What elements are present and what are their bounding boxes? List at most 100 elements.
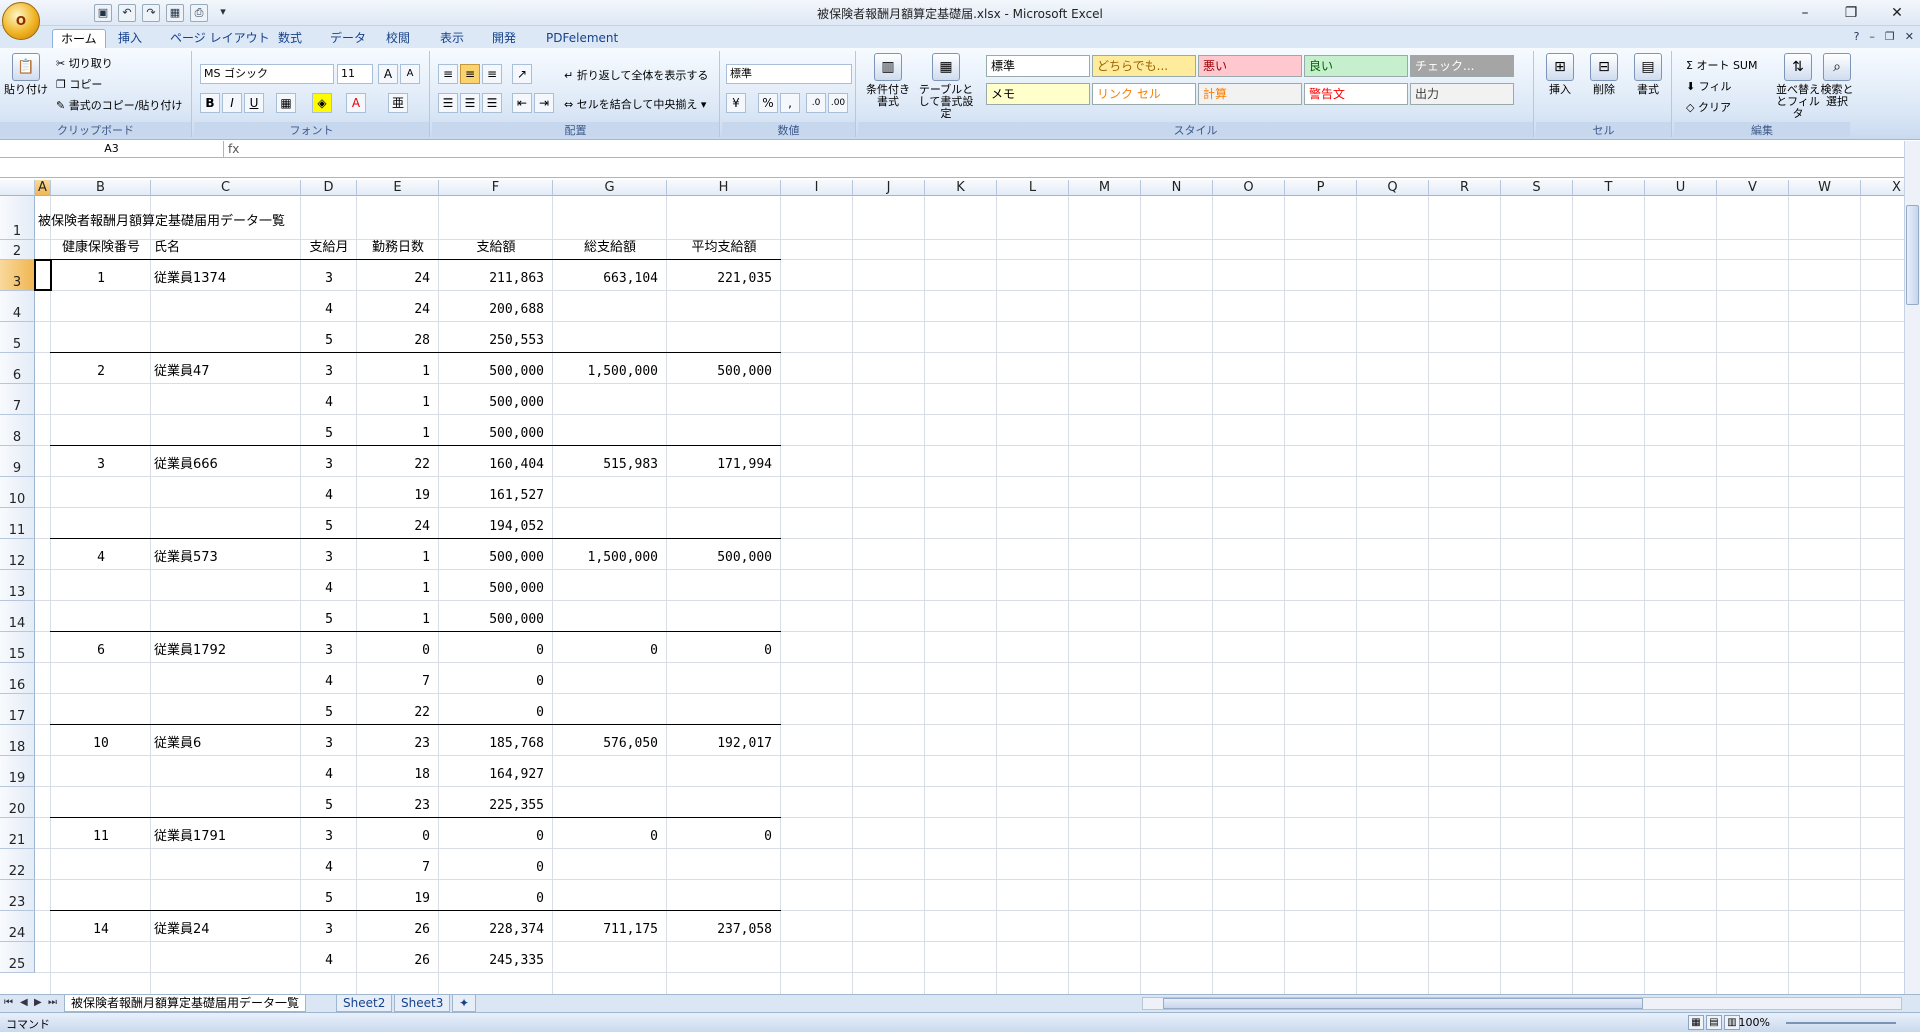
work-days-cell[interactable]: 0 — [357, 641, 439, 661]
insurance-number-cell[interactable]: 4 — [51, 548, 151, 568]
column-header-I[interactable]: I — [781, 180, 853, 196]
pay-amount-cell[interactable]: 500,000 — [439, 610, 553, 630]
column-header-W[interactable]: W — [1789, 180, 1861, 196]
font-name-select[interactable]: MS ゴシック — [200, 64, 334, 84]
pay-amount-cell[interactable]: 160,404 — [439, 455, 553, 475]
vertical-scrollbar[interactable] — [1904, 141, 1920, 994]
row-header-20[interactable]: 20 — [0, 787, 35, 818]
insert-button[interactable]: ⊞ 挿入 — [1542, 53, 1578, 96]
column-title[interactable]: 総支給額 — [553, 238, 667, 258]
pay-month-cell[interactable]: 3 — [301, 269, 357, 289]
average-pay-cell[interactable]: 171,994 — [667, 455, 781, 475]
work-days-cell[interactable]: 24 — [357, 300, 439, 320]
close-icon[interactable]: ✕ — [1905, 30, 1914, 43]
page-layout-view-icon[interactable]: ▤ — [1706, 1015, 1722, 1030]
average-pay-cell[interactable]: 0 — [667, 641, 781, 661]
average-pay-cell[interactable]: 500,000 — [667, 362, 781, 382]
horizontal-scrollbar[interactable] — [1142, 997, 1902, 1010]
work-days-cell[interactable]: 1 — [357, 424, 439, 444]
column-header-F[interactable]: F — [439, 180, 553, 196]
font-size-select[interactable]: 11 — [337, 64, 373, 84]
total-pay-cell[interactable]: 576,050 — [553, 734, 667, 754]
row-header-8[interactable]: 8 — [0, 415, 35, 446]
next-sheet-icon[interactable]: ▶ — [34, 997, 42, 1008]
column-header-T[interactable]: T — [1573, 180, 1645, 196]
work-days-cell[interactable]: 1 — [357, 610, 439, 630]
pay-amount-cell[interactable]: 250,553 — [439, 331, 553, 351]
average-pay-cell[interactable]: 237,058 — [667, 920, 781, 940]
column-header-H[interactable]: H — [667, 180, 781, 196]
pay-amount-cell[interactable]: 0 — [439, 858, 553, 878]
work-days-cell[interactable]: 1 — [357, 548, 439, 568]
tab-home[interactable]: ホーム — [52, 29, 106, 48]
column-title[interactable]: 支給月 — [301, 238, 357, 258]
cell-style-4[interactable]: チェック... — [1410, 55, 1514, 77]
pay-amount-cell[interactable]: 228,374 — [439, 920, 553, 940]
row-header-18[interactable]: 18 — [0, 725, 35, 756]
tab-developer[interactable]: 開発 — [484, 29, 524, 48]
help-icon[interactable]: ? — [1854, 30, 1860, 43]
increase-indent-icon[interactable]: ⇥ — [534, 93, 554, 113]
insurance-number-cell[interactable]: 14 — [51, 920, 151, 940]
work-days-cell[interactable]: 28 — [357, 331, 439, 351]
format-button[interactable]: ▤ 書式 — [1630, 53, 1666, 96]
column-header-Q[interactable]: Q — [1357, 180, 1429, 196]
column-header-P[interactable]: P — [1285, 180, 1357, 196]
row-header-6[interactable]: 6 — [0, 353, 35, 384]
column-header-B[interactable]: B — [51, 180, 151, 196]
column-header-O[interactable]: O — [1213, 180, 1285, 196]
work-days-cell[interactable]: 26 — [357, 951, 439, 971]
work-days-cell[interactable]: 1 — [357, 393, 439, 413]
column-header-U[interactable]: U — [1645, 180, 1717, 196]
pay-amount-cell[interactable]: 185,768 — [439, 734, 553, 754]
sheet-tab-3[interactable]: Sheet3 — [394, 995, 451, 1012]
pay-amount-cell[interactable]: 161,527 — [439, 486, 553, 506]
cell-style-6[interactable]: リンク セル — [1092, 83, 1196, 105]
tab-page-layout[interactable]: ページ レイアウト — [162, 29, 278, 48]
format-painter-button[interactable]: ✎ 書式のコピー/貼り付け — [56, 97, 182, 113]
pay-amount-cell[interactable]: 200,688 — [439, 300, 553, 320]
total-pay-cell[interactable]: 0 — [553, 827, 667, 847]
border-icon[interactable]: ▦ — [276, 93, 296, 113]
work-days-cell[interactable]: 7 — [357, 858, 439, 878]
comma-button[interactable]: , — [780, 93, 800, 113]
orientation-icon[interactable]: ↗ — [512, 64, 532, 84]
sheet-heading[interactable]: 被保険者報酬月額算定基礎届用データ一覧 — [35, 212, 285, 232]
employee-name-cell[interactable]: 従業員1792 — [151, 641, 301, 661]
find-select-button[interactable]: ⌕ 検索と選択 — [1816, 53, 1858, 108]
work-days-cell[interactable]: 19 — [357, 486, 439, 506]
work-days-cell[interactable]: 1 — [357, 579, 439, 599]
employee-name-cell[interactable]: 従業員1374 — [151, 269, 301, 289]
currency-icon[interactable]: ¥ — [726, 93, 746, 113]
employee-name-cell[interactable]: 従業員666 — [151, 455, 301, 475]
column-header-X[interactable]: X — [1861, 180, 1904, 196]
pay-month-cell[interactable]: 4 — [301, 393, 357, 413]
column-header-G[interactable]: G — [553, 180, 667, 196]
cell-style-2[interactable]: 悪い — [1198, 55, 1302, 77]
minimize-icon[interactable]: – — [1869, 30, 1875, 43]
pay-month-cell[interactable]: 5 — [301, 331, 357, 351]
total-pay-cell[interactable]: 711,175 — [553, 920, 667, 940]
work-days-cell[interactable]: 23 — [357, 796, 439, 816]
work-days-cell[interactable]: 7 — [357, 672, 439, 692]
first-sheet-icon[interactable]: ⏮ — [4, 997, 13, 1008]
delete-button[interactable]: ⊟ 削除 — [1586, 53, 1622, 96]
restore-icon[interactable]: ❐ — [1885, 30, 1895, 43]
column-header-K[interactable]: K — [925, 180, 997, 196]
italic-button[interactable]: I — [222, 93, 242, 113]
phonetic-icon[interactable]: 亜 — [388, 93, 408, 113]
work-days-cell[interactable]: 19 — [357, 889, 439, 909]
tab-formulas[interactable]: 数式 — [270, 29, 310, 48]
total-pay-cell[interactable]: 515,983 — [553, 455, 667, 475]
merge-center-button[interactable]: ⇔ セルを結合して中央揃え ▾ — [564, 96, 706, 112]
pay-month-cell[interactable]: 4 — [301, 672, 357, 692]
fill-button[interactable]: ⬇ フィル — [1686, 78, 1732, 94]
average-pay-cell[interactable]: 192,017 — [667, 734, 781, 754]
tab-pdfelement[interactable]: PDFelement — [538, 29, 626, 48]
column-header-E[interactable]: E — [357, 180, 439, 196]
percent-button[interactable]: % — [758, 93, 778, 113]
last-sheet-icon[interactable]: ⏭ — [48, 997, 57, 1008]
align-left-icon[interactable]: ☰ — [438, 93, 458, 113]
decrease-decimal-icon[interactable]: .00 — [828, 93, 848, 113]
employee-name-cell[interactable]: 従業員1791 — [151, 827, 301, 847]
